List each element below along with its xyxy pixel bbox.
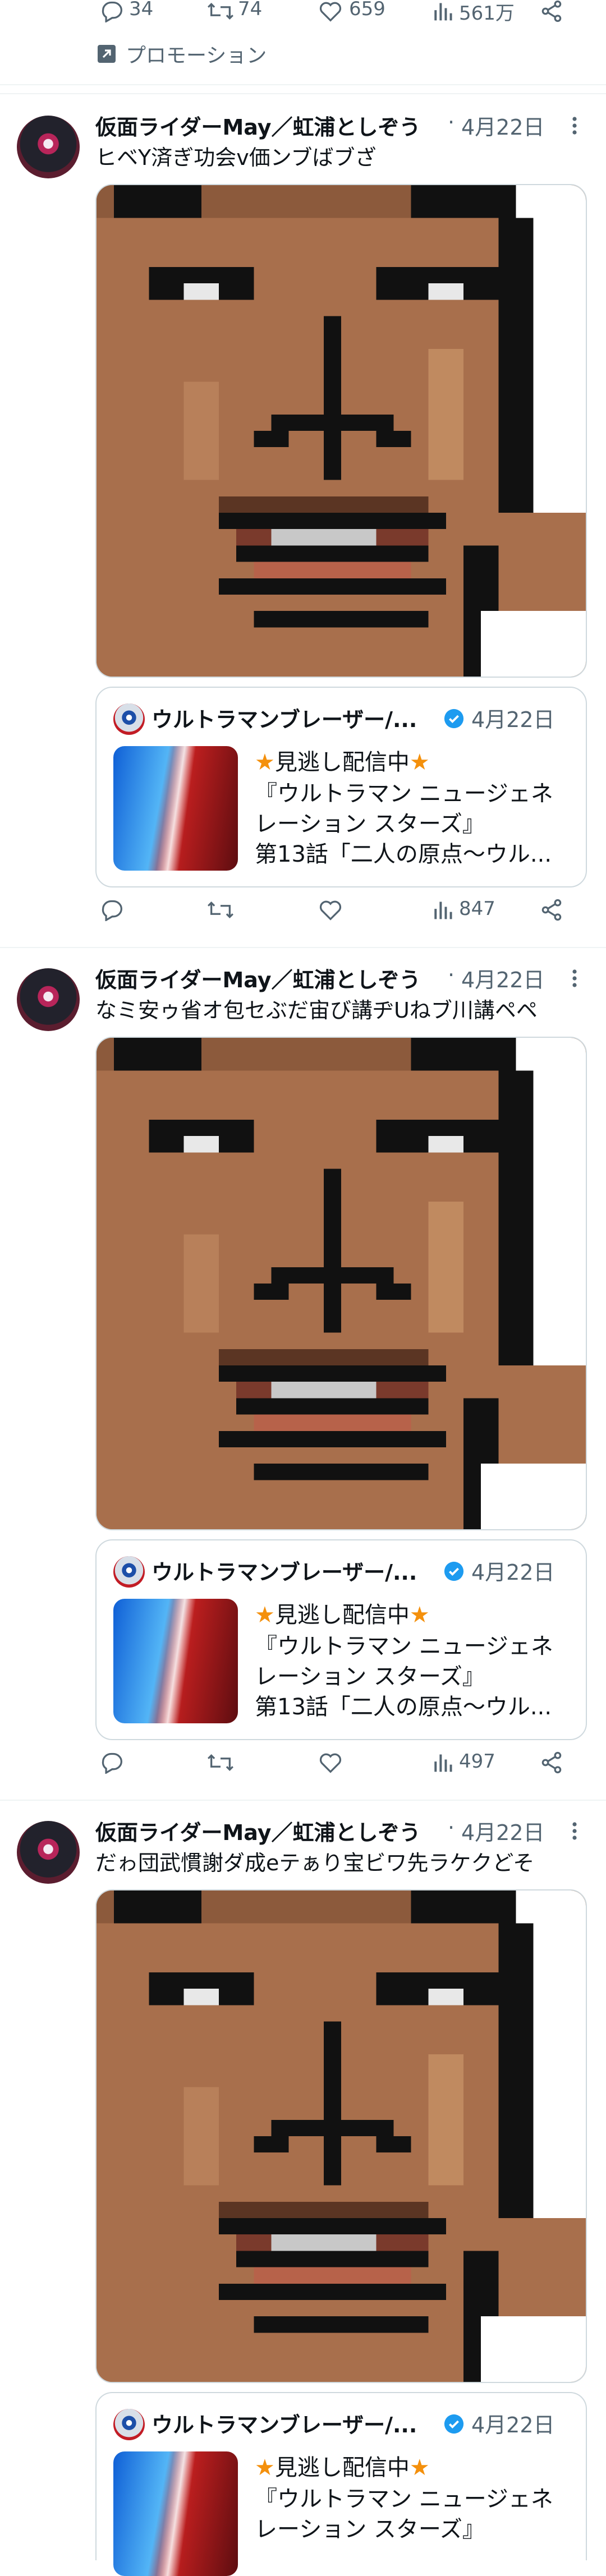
tweet[interactable]: 仮面ライダーMay／虹浦としぞう · 4月22日 ヒベY済ぎ功会v価ンブばブざ [0,95,606,948]
verified-icon [443,708,465,729]
views-icon[interactable] [432,899,453,921]
separator: · [448,1815,455,1840]
card-line: 『ウルトラマン ニュージェネ [255,1634,553,1659]
card-source[interactable]: ウルトラマンブレーザー/... [152,2408,417,2439]
post-text: だゎ団武慣謝ダ成eテぁり宝ビワ先ラケクどそ [95,1851,535,1875]
card-line: 『ウルトラマン ニュージェネ [255,2486,553,2512]
post-date[interactable]: 4月22日 [461,963,545,993]
card-date: 4月22日 [471,707,555,732]
like-count: 659 [349,0,385,20]
card-line: ★見逃し配信中★ [255,2455,430,2481]
card-line: 第13話「二人の原点〜ウル... [255,1694,552,1720]
post-date[interactable]: 4月22日 [461,110,545,141]
promotion-icon [97,44,117,64]
card-line: レーション スターズ』 [255,811,485,837]
retweet-icon[interactable] [205,0,236,22]
source-avatar [113,703,145,735]
like-icon[interactable] [318,1751,343,1774]
reply-icon[interactable] [100,0,125,22]
author-name[interactable]: 仮面ライダーMay／虹浦としぞう [95,110,421,141]
share-icon[interactable] [540,899,563,921]
card-thumbnail [113,1599,238,1723]
previous-tweet-actions: 34 74 659 561万 [0,0,606,25]
views-count: 561万 [459,2,515,25]
card-line: 第13話「二人の原点〜ウル... [255,841,552,867]
card-thumbnail [113,746,238,871]
post-image[interactable] [95,1037,587,1530]
post-image[interactable] [95,1889,587,2383]
avatar[interactable] [17,1821,80,1884]
share-icon[interactable] [540,1751,563,1774]
quote-card[interactable]: ウルトラマンブレーザー/... 4月22日 ★見逃し配信中★ 『ウルトラマン ニ… [95,1539,587,1740]
views-icon[interactable] [432,0,453,22]
reply-icon[interactable] [100,899,125,921]
views-count: 847 [459,898,495,920]
post-text: ヒベY済ぎ功会v価ンブばブざ [95,145,377,170]
separator: · [448,110,455,135]
author-name[interactable]: 仮面ライダーMay／虹浦としぞう [95,1815,421,1846]
verified-icon [443,2413,465,2435]
views-icon[interactable] [432,1751,453,1774]
quote-card[interactable]: ウルトラマンブレーザー/... 4月22日 ★見逃し配信中★ 『ウルトラマン ニ… [95,687,587,887]
tweet-actions: 847 [0,898,606,924]
card-line: ★見逃し配信中★ [255,1602,430,1628]
verified-icon [443,1561,465,1582]
avatar[interactable] [17,968,80,1031]
card-date: 4月22日 [471,1560,555,1585]
source-avatar [113,2409,145,2440]
card-line: レーション スターズ』 [255,2517,485,2542]
divider [0,84,606,85]
card-date: 4月22日 [471,2413,555,2437]
retweet-icon[interactable] [205,1751,236,1774]
promotion-label: プロモーション [126,44,267,67]
share-icon[interactable] [540,0,563,22]
post-text: なミ安ゥ省オ包セぶだ宙び講ヂUねブ川講ペペ [95,998,538,1023]
reply-count: 34 [129,0,154,20]
card-line: 『ウルトラマン ニュージェネ [255,781,553,807]
card-source[interactable]: ウルトラマンブレーザー/... [152,1555,417,1586]
views-count: 497 [459,1750,495,1773]
card-source[interactable]: ウルトラマンブレーザー/... [152,702,417,733]
avatar[interactable] [17,116,80,178]
quote-card[interactable]: ウルトラマンブレーザー/... 4月22日 ★見逃し配信中★ 『ウルトラマン ニ… [95,2392,587,2576]
post-date[interactable]: 4月22日 [461,1815,545,1846]
more-options-icon[interactable] [570,1821,579,1841]
card-line: ★見逃し配信中★ [255,749,430,775]
divider [0,93,606,94]
author-name[interactable]: 仮面ライダーMay／虹浦としぞう [95,963,421,993]
reply-icon[interactable] [100,1751,125,1774]
tweet[interactable]: 仮面ライダーMay／虹浦としぞう · 4月22日 なミ安ゥ省オ包セぶだ宙び講ヂU… [0,948,606,1801]
retweet-count: 74 [238,0,263,20]
more-options-icon[interactable] [570,116,579,136]
like-icon[interactable] [318,899,343,921]
card-line: レーション スターズ』 [255,1664,485,1690]
more-options-icon[interactable] [570,968,579,988]
tweet-actions: 497 [0,1750,606,1777]
separator: · [448,963,455,987]
like-icon[interactable] [318,0,343,22]
post-image[interactable] [95,184,587,678]
tweet[interactable]: 仮面ライダーMay／虹浦としぞう · 4月22日 だゎ団武慣謝ダ成eテぁり宝ビワ… [0,1801,606,2576]
retweet-icon[interactable] [205,899,236,921]
source-avatar [113,1556,145,1588]
card-thumbnail [113,2451,238,2576]
